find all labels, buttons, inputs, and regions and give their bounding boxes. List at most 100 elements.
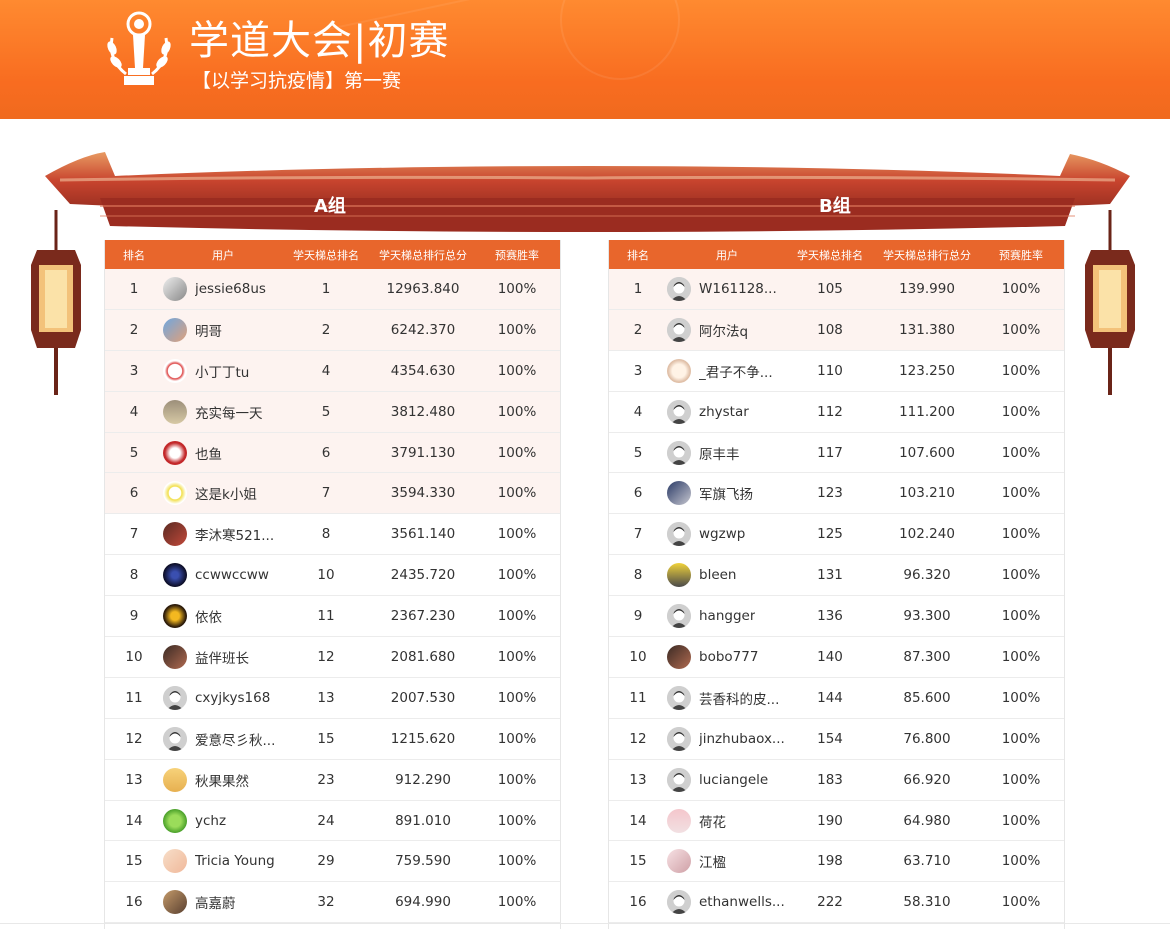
avatar[interactable] [667, 644, 691, 669]
username[interactable]: cxyjkys168 [195, 690, 270, 706]
avatar[interactable] [667, 849, 691, 874]
username[interactable]: 小丁丁tu [195, 361, 249, 381]
avatar[interactable] [163, 604, 187, 629]
avatar[interactable] [667, 358, 691, 383]
username[interactable]: 原丰丰 [699, 443, 740, 463]
avatar[interactable] [163, 317, 187, 342]
avatar[interactable] [667, 767, 691, 792]
username[interactable]: 明哥 [195, 320, 222, 340]
username[interactable]: wgzwp [699, 526, 745, 542]
avatar[interactable] [667, 604, 691, 629]
username[interactable]: _君子不争... [699, 361, 773, 381]
username[interactable]: Tricia Young [195, 853, 275, 869]
username[interactable]: ccwwccww [195, 567, 269, 583]
user-cell[interactable]: _君子不争... [667, 358, 797, 383]
username[interactable]: hangger [699, 608, 755, 624]
user-cell[interactable]: 依依 [163, 604, 293, 629]
user-cell[interactable]: 军旗飞扬 [667, 481, 797, 506]
user-cell[interactable]: 芸香科的皮... [667, 685, 797, 710]
username[interactable]: bobo777 [699, 649, 758, 665]
avatar[interactable] [667, 522, 691, 547]
avatar[interactable] [667, 808, 691, 833]
username[interactable]: ethanwells... [699, 894, 785, 910]
avatar[interactable] [163, 481, 187, 506]
username[interactable]: bleen [699, 567, 737, 583]
username[interactable]: 益伴班长 [195, 647, 249, 667]
username[interactable]: 荷花 [699, 811, 726, 831]
user-cell[interactable]: 高嘉蔚 [163, 890, 293, 915]
user-cell[interactable]: hangger [667, 604, 797, 629]
avatar[interactable] [163, 685, 187, 710]
avatar[interactable] [163, 276, 187, 301]
username[interactable]: W161128... [699, 281, 777, 297]
user-cell[interactable]: 李沐寒521... [163, 522, 293, 547]
avatar[interactable] [163, 767, 187, 792]
user-cell[interactable]: Tricia Young [163, 849, 293, 874]
user-cell[interactable]: jessie68us [163, 276, 293, 301]
user-cell[interactable]: 明哥 [163, 317, 293, 342]
avatar[interactable] [667, 563, 691, 588]
col-tianti-rank: 学天梯总排名 [797, 248, 863, 262]
user-cell[interactable]: 原丰丰 [667, 440, 797, 465]
user-cell[interactable]: 爱意尽彡秋... [163, 726, 293, 751]
user-cell[interactable]: ccwwccww [163, 563, 293, 588]
username[interactable]: 江楹 [699, 851, 726, 871]
avatar[interactable] [667, 890, 691, 915]
user-cell[interactable]: 秋果果然 [163, 767, 293, 792]
avatar[interactable] [163, 890, 187, 915]
username[interactable]: jessie68us [195, 281, 266, 297]
avatar[interactable] [667, 726, 691, 751]
user-cell[interactable]: 充实每一天 [163, 399, 293, 424]
win-rate-cell: 100% [497, 567, 537, 584]
user-cell[interactable]: 这是k小姐 [163, 481, 293, 506]
avatar[interactable] [163, 849, 187, 874]
username[interactable]: 依依 [195, 606, 222, 626]
user-cell[interactable]: jinzhubaox... [667, 726, 797, 751]
username[interactable]: luciangele [699, 772, 768, 788]
username[interactable]: jinzhubaox... [699, 731, 785, 747]
user-cell[interactable]: cxyjkys168 [163, 685, 293, 710]
user-cell[interactable]: bleen [667, 563, 797, 588]
avatar[interactable] [667, 440, 691, 465]
user-cell[interactable]: ethanwells... [667, 890, 797, 915]
username[interactable]: zhystar [699, 404, 749, 420]
avatar[interactable] [163, 726, 187, 751]
avatar[interactable] [163, 358, 187, 383]
avatar[interactable] [163, 440, 187, 465]
user-cell[interactable]: 荷花 [667, 808, 797, 833]
username[interactable]: 李沐寒521... [195, 524, 274, 544]
username[interactable]: 充实每一天 [195, 402, 263, 422]
username[interactable]: 阿尔法q [699, 320, 748, 340]
username[interactable]: 芸香科的皮... [699, 688, 779, 708]
avatar[interactable] [667, 276, 691, 301]
username[interactable]: ychz [195, 813, 226, 829]
user-cell[interactable]: bobo777 [667, 644, 797, 669]
user-cell[interactable]: 益伴班长 [163, 644, 293, 669]
avatar[interactable] [667, 685, 691, 710]
user-cell[interactable]: wgzwp [667, 522, 797, 547]
username[interactable]: 爱意尽彡秋... [195, 729, 275, 749]
avatar[interactable] [163, 399, 187, 424]
user-cell[interactable]: 阿尔法q [667, 317, 797, 342]
user-cell[interactable]: 江楹 [667, 849, 797, 874]
username[interactable]: 高嘉蔚 [195, 892, 236, 912]
username[interactable]: 这是k小姐 [195, 483, 257, 503]
user-cell[interactable]: luciangele [667, 767, 797, 792]
avatar[interactable] [667, 317, 691, 342]
avatar[interactable] [667, 481, 691, 506]
user-cell[interactable]: ychz [163, 808, 293, 833]
col-tianti-score: 学天梯总排行总分 [883, 248, 971, 262]
user-cell[interactable]: zhystar [667, 399, 797, 424]
avatar[interactable] [163, 522, 187, 547]
avatar[interactable] [163, 563, 187, 588]
avatar[interactable] [163, 808, 187, 833]
rank-cell: 14 [629, 812, 647, 829]
user-cell[interactable]: 小丁丁tu [163, 358, 293, 383]
user-cell[interactable]: 也鱼 [163, 440, 293, 465]
avatar[interactable] [667, 399, 691, 424]
username[interactable]: 军旗飞扬 [699, 483, 753, 503]
user-cell[interactable]: W161128... [667, 276, 797, 301]
avatar[interactable] [163, 644, 187, 669]
username[interactable]: 秋果果然 [195, 770, 249, 790]
username[interactable]: 也鱼 [195, 443, 222, 463]
